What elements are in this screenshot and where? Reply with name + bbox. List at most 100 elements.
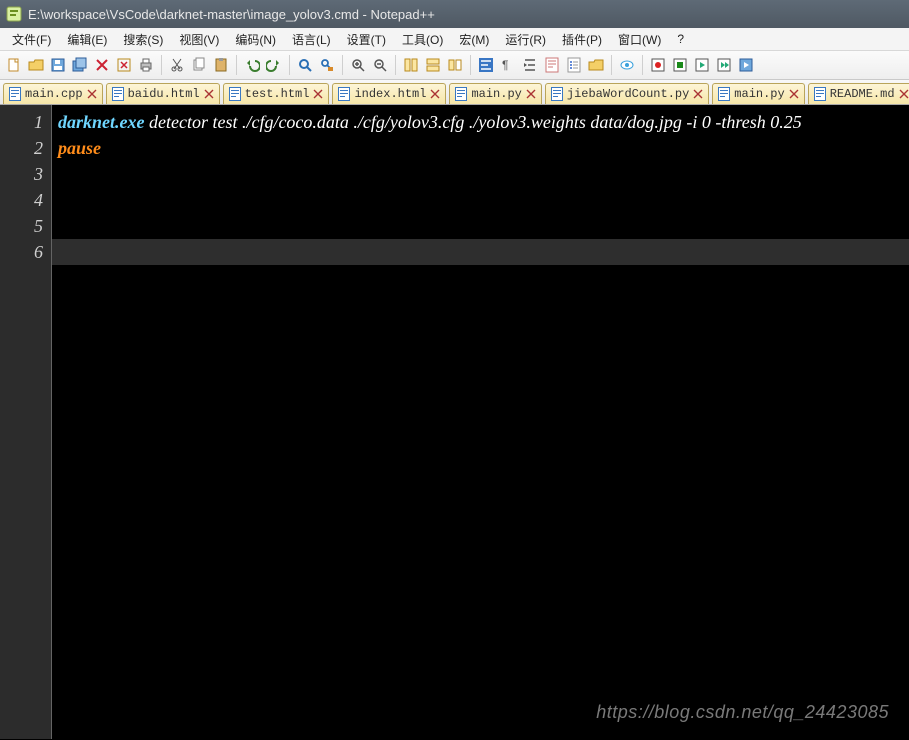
open-file-icon[interactable] — [26, 55, 46, 75]
sync-h-icon[interactable] — [423, 55, 443, 75]
menu-macro[interactable]: 宏(M) — [451, 29, 497, 50]
line-number: 4 — [0, 187, 43, 213]
line-number-gutter: 1 2 3 4 5 6 — [0, 105, 52, 739]
monitor-icon[interactable] — [617, 55, 637, 75]
file-icon — [718, 87, 730, 101]
menu-edit[interactable]: 编辑(E) — [59, 29, 115, 50]
menu-help[interactable]: ? — [669, 30, 692, 48]
file-icon — [455, 87, 467, 101]
zoom-in-icon[interactable] — [348, 55, 368, 75]
new-file-icon[interactable] — [4, 55, 24, 75]
doc-map-icon[interactable] — [542, 55, 562, 75]
menu-run[interactable]: 运行(R) — [497, 29, 554, 50]
line-number: 6 — [0, 239, 43, 265]
toolbar-separator — [289, 55, 290, 75]
replace-icon[interactable] — [317, 55, 337, 75]
redo-icon[interactable] — [264, 55, 284, 75]
toolbar-separator — [470, 55, 471, 75]
line-number: 3 — [0, 161, 43, 187]
menu-search[interactable]: 搜索(S) — [115, 29, 171, 50]
menu-file[interactable]: 文件(F) — [4, 29, 59, 50]
file-icon — [338, 87, 350, 101]
copy-icon[interactable] — [189, 55, 209, 75]
tab-close-icon[interactable] — [87, 89, 97, 99]
toolbar-separator — [161, 55, 162, 75]
code-line: pause — [58, 135, 903, 161]
toolbar: ¶ — [0, 51, 909, 80]
document-tabs: main.cpp baidu.html test.html index.html… — [0, 80, 909, 105]
tab-readme-md[interactable]: README.md — [808, 83, 909, 104]
line-number: 5 — [0, 213, 43, 239]
sync-v-icon[interactable] — [401, 55, 421, 75]
watermark-text: https://blog.csdn.net/qq_24423085 — [596, 699, 889, 725]
tab-index-html[interactable]: index.html — [332, 83, 446, 104]
menu-encoding[interactable]: 编码(N) — [227, 29, 284, 50]
func-list-icon[interactable] — [564, 55, 584, 75]
editor-area[interactable]: 1 2 3 4 5 6 darknet.exe detector test ./… — [0, 105, 909, 739]
find-icon[interactable] — [295, 55, 315, 75]
clone-icon[interactable] — [445, 55, 465, 75]
close-all-icon[interactable] — [114, 55, 134, 75]
print-icon[interactable] — [136, 55, 156, 75]
code-line — [58, 213, 903, 239]
close-icon[interactable] — [92, 55, 112, 75]
toolbar-separator — [236, 55, 237, 75]
code-line — [58, 161, 903, 187]
play-icon[interactable] — [692, 55, 712, 75]
indent-icon[interactable] — [520, 55, 540, 75]
file-icon — [551, 87, 563, 101]
tab-close-icon[interactable] — [789, 89, 799, 99]
save-macro-icon[interactable] — [736, 55, 756, 75]
menu-tools[interactable]: 工具(O) — [394, 29, 451, 50]
menu-plugins[interactable]: 插件(P) — [554, 29, 610, 50]
all-chars-icon[interactable]: ¶ — [498, 55, 518, 75]
undo-icon[interactable] — [242, 55, 262, 75]
wordwrap-icon[interactable] — [476, 55, 496, 75]
tab-close-icon[interactable] — [693, 89, 703, 99]
zoom-out-icon[interactable] — [370, 55, 390, 75]
menu-window[interactable]: 窗口(W) — [610, 29, 669, 50]
token-identifier: darknet.exe — [58, 112, 144, 132]
file-icon — [229, 87, 241, 101]
paste-icon[interactable] — [211, 55, 231, 75]
tab-label: index.html — [354, 87, 426, 101]
file-icon — [9, 87, 21, 101]
tab-test-html[interactable]: test.html — [223, 83, 330, 104]
tab-label: main.py — [471, 87, 521, 101]
menu-language[interactable]: 语言(L) — [284, 29, 339, 50]
save-all-icon[interactable] — [70, 55, 90, 75]
svg-text:¶: ¶ — [502, 58, 508, 72]
token-keyword: pause — [58, 138, 101, 158]
play-multi-icon[interactable] — [714, 55, 734, 75]
menu-settings[interactable]: 设置(T) — [339, 29, 394, 50]
save-icon[interactable] — [48, 55, 68, 75]
toolbar-separator — [342, 55, 343, 75]
tab-main-py-2[interactable]: main.py — [712, 83, 804, 104]
window-title: E:\workspace\VsCode\darknet-master\image… — [28, 7, 903, 22]
tab-close-icon[interactable] — [313, 89, 323, 99]
tab-jiebawordcount-py[interactable]: jiebaWordCount.py — [545, 83, 709, 104]
record-icon[interactable] — [648, 55, 668, 75]
tab-label: main.cpp — [25, 87, 83, 101]
toolbar-separator — [395, 55, 396, 75]
current-line-highlight — [52, 239, 909, 265]
tab-main-py-1[interactable]: main.py — [449, 83, 541, 104]
file-icon — [112, 87, 124, 101]
app-icon — [6, 6, 22, 22]
stop-icon[interactable] — [670, 55, 690, 75]
tab-label: jiebaWordCount.py — [567, 87, 689, 101]
code-line — [58, 187, 903, 213]
tab-close-icon[interactable] — [899, 89, 909, 99]
cut-icon[interactable] — [167, 55, 187, 75]
menu-view[interactable]: 视图(V) — [171, 29, 227, 50]
tab-baidu-html[interactable]: baidu.html — [106, 83, 220, 104]
code-line: darknet.exe detector test ./cfg/coco.dat… — [58, 109, 903, 135]
tab-label: test.html — [245, 87, 310, 101]
folder-workspace-icon[interactable] — [586, 55, 606, 75]
tab-close-icon[interactable] — [526, 89, 536, 99]
code-area[interactable]: darknet.exe detector test ./cfg/coco.dat… — [52, 105, 909, 739]
tab-main-cpp[interactable]: main.cpp — [3, 83, 103, 104]
tab-close-icon[interactable] — [430, 89, 440, 99]
tab-close-icon[interactable] — [204, 89, 214, 99]
title-bar: E:\workspace\VsCode\darknet-master\image… — [0, 0, 909, 28]
